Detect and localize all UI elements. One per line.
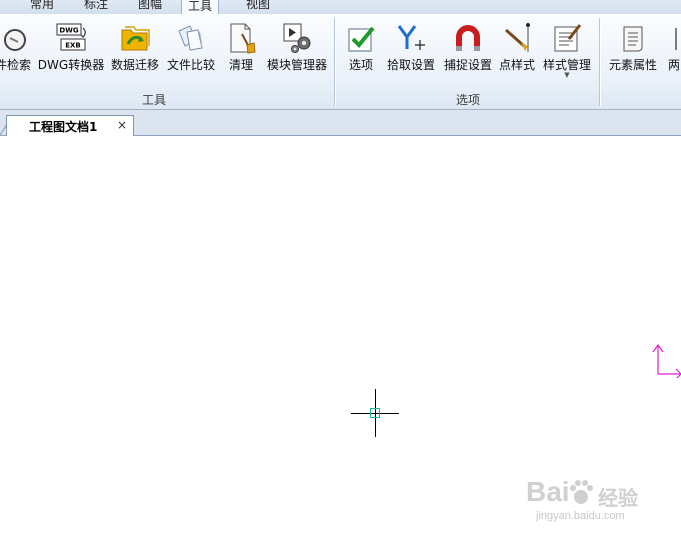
ribbon-tab-row: 常用 标注 图幅 工具 视图 — [0, 0, 681, 14]
pick-settings-label: 拾取设置 — [386, 58, 435, 72]
two-point-label: 两 — [668, 58, 681, 72]
exb-icon-text: EXB — [65, 42, 81, 50]
check-box-icon — [348, 26, 375, 52]
module-manager-label: 模块管理器 — [266, 58, 327, 72]
module-manager-button[interactable]: 模块管理器 — [263, 14, 331, 84]
tab-tools[interactable]: 工具 — [181, 0, 220, 14]
style-manager-icon — [554, 24, 582, 52]
folder-migrate-icon — [121, 26, 150, 51]
measure-icon — [675, 28, 677, 50]
options-button[interactable]: 选项 — [341, 14, 381, 84]
point-style-button[interactable]: 点样式 — [496, 14, 538, 84]
document-tab-title: 工程图文档1 — [29, 120, 98, 134]
tab-common[interactable]: 常用 — [30, 0, 54, 14]
point-style-icon — [505, 23, 530, 52]
document-tab-bar: 工程图文档1 × — [0, 110, 681, 136]
search-icon — [4, 29, 26, 51]
options-group-label: 选项 — [455, 93, 480, 107]
broom-document-icon — [230, 23, 256, 54]
ucs-axis-icon — [652, 343, 681, 378]
part-search-button[interactable]: 件检索 — [0, 14, 34, 84]
element-properties-button[interactable]: 元素属性 — [604, 14, 662, 84]
dwg-converter-label: DWG转换器 — [37, 58, 105, 72]
watermark-brand: Bai — [526, 476, 570, 507]
pick-box — [370, 408, 380, 418]
snap-settings-label: 捕捉设置 — [443, 58, 492, 72]
group-separator — [334, 18, 335, 106]
ribbon-panel: 件检索 DWG EXB DWG转换器 数据迁移 文件比较 — [0, 14, 681, 110]
style-manager-button[interactable]: 样式管理 ▼ — [539, 14, 595, 84]
purge-label: 清理 — [228, 58, 253, 72]
tools-group-label: 工具 — [141, 93, 166, 107]
data-migration-label: 数据迁移 — [110, 58, 159, 72]
drawing-canvas[interactable]: Bai 经验 jingyan.baidu.com — [0, 136, 681, 544]
dwg-converter-button[interactable]: DWG EXB DWG转换器 — [35, 14, 107, 84]
file-compare-label: 文件比较 — [166, 58, 215, 72]
two-point-button[interactable]: 两 — [664, 14, 681, 84]
group-separator-2 — [599, 18, 600, 106]
part-search-label: 件检索 — [0, 58, 31, 72]
data-migration-button[interactable]: 数据迁移 — [107, 14, 163, 84]
close-icon[interactable]: × — [117, 118, 127, 132]
tab-frame[interactable]: 图幅 — [138, 0, 162, 14]
pick-cursor-icon — [397, 25, 425, 50]
dwg-icon-text: DWG — [59, 27, 79, 35]
pick-settings-button[interactable]: 拾取设置 — [383, 14, 439, 84]
purge-button[interactable]: 清理 — [221, 14, 261, 84]
file-compare-icon — [178, 25, 203, 51]
options-label: 选项 — [348, 58, 373, 72]
magnet-icon — [456, 25, 480, 51]
tab-dimension[interactable]: 标注 — [84, 0, 108, 14]
document-tab[interactable]: 工程图文档1 × — [6, 115, 134, 136]
tab-view[interactable]: 视图 — [246, 0, 270, 14]
file-compare-button[interactable]: 文件比较 — [163, 14, 219, 84]
chevron-down-icon[interactable]: ▼ — [539, 71, 595, 79]
dwg-converter-icon: DWG EXB — [56, 23, 86, 51]
module-gear-icon — [283, 23, 311, 53]
watermark-url: jingyan.baidu.com — [536, 510, 625, 522]
point-style-label: 点样式 — [498, 58, 535, 72]
element-properties-label: 元素属性 — [608, 58, 657, 72]
scroll-properties-icon — [623, 26, 643, 52]
watermark-brand-cn: 经验 — [598, 488, 638, 510]
paw-icon — [570, 480, 593, 504]
snap-settings-button[interactable]: 捕捉设置 — [440, 14, 496, 84]
